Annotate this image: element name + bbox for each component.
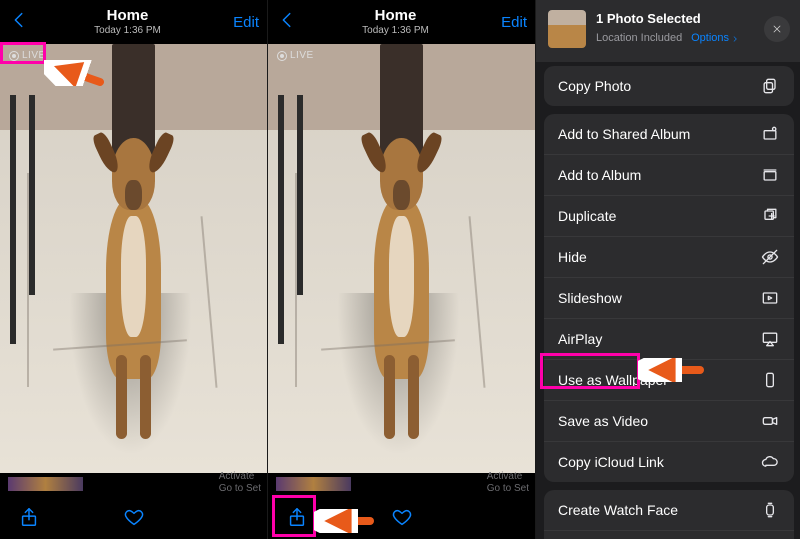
options-button[interactable]: Options — [691, 32, 739, 46]
row-watch-face[interactable]: Create Watch Face — [544, 490, 794, 530]
phone-left: Home Today 1:36 PM Edit LIVE ActivateGo … — [0, 0, 267, 539]
close-button[interactable] — [764, 16, 790, 42]
duplicate-icon — [760, 206, 780, 226]
shared-album-icon — [760, 124, 780, 144]
row-label: Slideshow — [558, 290, 622, 306]
bottom-toolbar: ActivateGo to Set — [268, 495, 535, 539]
row-label: Copy iCloud Link — [558, 454, 664, 470]
row-label: Hide — [558, 249, 587, 265]
row-label: Create Watch Face — [558, 502, 678, 518]
row-save-video[interactable]: Save as Video — [544, 400, 794, 441]
viewer-topbar: Home Today 1:36 PM Edit — [268, 0, 535, 44]
photo-content — [268, 44, 535, 473]
bottom-toolbar: ActivateGo to Set — [0, 495, 267, 539]
live-badge[interactable]: LIVE — [4, 48, 51, 63]
share-icon — [286, 506, 308, 528]
live-icon — [9, 51, 19, 61]
row-label: Add to Album — [558, 167, 641, 183]
back-button[interactable] — [276, 9, 298, 36]
row-add-album[interactable]: Add to Album — [544, 154, 794, 195]
nav-title-text: Home — [362, 8, 429, 25]
row-label: Save as Video — [558, 413, 648, 429]
watermark: ActivateGo to Set — [219, 471, 261, 495]
nav-title: Home Today 1:36 PM — [362, 8, 429, 36]
row-hide[interactable]: Hide — [544, 236, 794, 277]
row-label: Copy Photo — [558, 78, 631, 94]
row-airplay[interactable]: AirPlay — [544, 318, 794, 359]
edit-button[interactable]: Edit — [493, 14, 527, 31]
row-copy-icloud[interactable]: Copy iCloud Link — [544, 441, 794, 482]
heart-icon — [391, 506, 413, 528]
edit-button[interactable]: Edit — [225, 14, 259, 31]
hide-icon — [760, 247, 780, 267]
live-icon — [277, 51, 287, 61]
photo-content — [0, 44, 267, 473]
back-button[interactable] — [8, 9, 30, 36]
tutorial-composite: Home Today 1:36 PM Edit LIVE ActivateGo … — [0, 0, 800, 539]
album-icon — [760, 165, 780, 185]
share-button[interactable] — [286, 506, 308, 528]
chevron-left-icon — [8, 9, 30, 31]
watermark: ActivateGo to Set — [487, 471, 529, 495]
row-duplicate[interactable]: Duplicate — [544, 195, 794, 236]
chevron-left-icon — [276, 9, 298, 31]
share-menu[interactable]: Copy Photo Add to Shared Album Add to Al… — [536, 62, 800, 539]
share-title: 1 Photo Selected — [596, 11, 754, 27]
slideshow-icon — [760, 288, 780, 308]
nav-title-text: Home — [94, 8, 161, 25]
video-icon — [760, 411, 780, 431]
copy-icon — [760, 76, 780, 96]
airplay-icon — [760, 329, 780, 349]
row-label: AirPlay — [558, 331, 602, 347]
row-copy-photo[interactable]: Copy Photo — [544, 66, 794, 106]
favorite-button[interactable] — [391, 506, 413, 528]
share-icon — [18, 506, 40, 528]
close-icon — [771, 23, 783, 35]
wallpaper-icon — [760, 370, 780, 390]
row-wallpaper[interactable]: Use as Wallpaper — [544, 359, 794, 400]
photo-area[interactable]: LIVE — [268, 44, 535, 473]
nav-subtitle: Today 1:36 PM — [362, 25, 429, 36]
share-sheet: 1 Photo Selected Location Included Optio… — [536, 0, 800, 539]
row-label: Add to Shared Album — [558, 126, 690, 142]
row-label: Duplicate — [558, 208, 616, 224]
row-label: Use as Wallpaper — [558, 372, 668, 388]
row-add-shared-album[interactable]: Add to Shared Album — [544, 114, 794, 154]
nav-title: Home Today 1:36 PM — [94, 8, 161, 36]
chevron-right-icon — [731, 35, 739, 43]
row-slideshow[interactable]: Slideshow — [544, 277, 794, 318]
share-header: 1 Photo Selected Location Included Optio… — [536, 0, 800, 62]
nav-subtitle: Today 1:36 PM — [94, 25, 161, 36]
live-badge[interactable]: LIVE — [272, 48, 319, 63]
phone-right: 1 Photo Selected Location Included Optio… — [535, 0, 800, 539]
row-save-files[interactable]: Save to Files — [544, 530, 794, 539]
phone-middle: Home Today 1:36 PM Edit LIVE ActivateGo … — [267, 0, 535, 539]
icloud-icon — [760, 452, 780, 472]
viewer-topbar: Home Today 1:36 PM Edit — [0, 0, 267, 44]
favorite-button[interactable] — [123, 506, 145, 528]
live-label: LIVE — [22, 50, 46, 61]
share-thumbnail — [548, 10, 586, 48]
photo-area[interactable]: LIVE — [0, 44, 267, 473]
watch-icon — [760, 500, 780, 520]
live-label: LIVE — [290, 50, 314, 61]
share-button[interactable] — [18, 506, 40, 528]
heart-icon — [123, 506, 145, 528]
share-subtitle: Location Included — [596, 32, 682, 44]
